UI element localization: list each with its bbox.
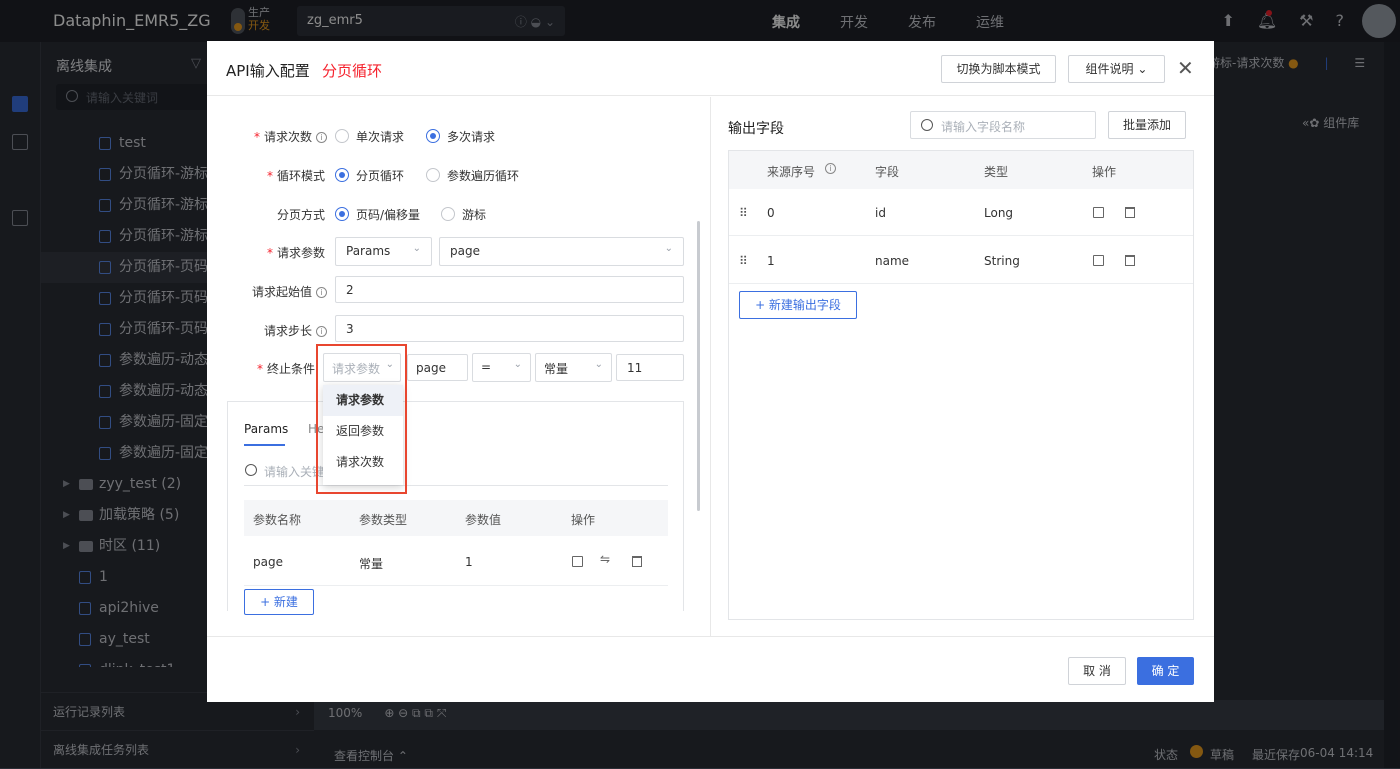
output-fields-title: 输出字段 (728, 121, 784, 137)
table-row: ⠿ 1 name String (729, 237, 1193, 284)
radio-cursor[interactable]: 游标 (441, 206, 486, 223)
request-param-label: * 请求参数 (266, 246, 325, 260)
delete-icon[interactable] (632, 556, 642, 567)
drag-handle-icon[interactable]: ⠿ (739, 206, 748, 220)
output-fields-table: 来源序号 i 字段 类型 操作 ⠿ 0 id Long ⠿ 1 name Stri… (728, 150, 1194, 620)
edit-icon[interactable] (1093, 207, 1104, 218)
start-value-label: 请求起始值 i (227, 283, 327, 300)
confirm-button[interactable]: 确 定 (1137, 657, 1194, 685)
info-icon: i (825, 163, 836, 174)
modal-header: API输入配置 分页循环 切换为脚本模式 组件说明 ⌄ ✕ (207, 41, 1214, 96)
script-mode-button[interactable]: 切换为脚本模式 (941, 55, 1056, 83)
component-help-button[interactable]: 组件说明 ⌄ (1068, 55, 1165, 83)
drag-handle-icon[interactable]: ⠿ (739, 254, 748, 268)
cancel-button[interactable]: 取 消 (1068, 657, 1126, 685)
delete-icon[interactable] (1125, 255, 1135, 266)
radio-paging-loop[interactable]: 分页循环 (335, 167, 404, 184)
edit-icon[interactable] (1093, 255, 1104, 266)
info-icon: i (316, 287, 327, 298)
table-row: page 常量 1 ⇋ (244, 538, 668, 586)
modal-footer: 取 消 确 定 (207, 636, 1214, 702)
info-icon: i (316, 132, 327, 143)
tab-params[interactable]: Params (244, 422, 288, 446)
chevron-down-icon: ⌄ (513, 359, 522, 370)
stop-type-select[interactable]: 常量 ⌄ (535, 353, 612, 382)
chevron-down-icon: ⌄ (1137, 62, 1148, 76)
request-param-type-select[interactable]: Params ⌄ (335, 237, 432, 266)
start-value-input[interactable]: 2 (335, 276, 684, 303)
radio-multi-request[interactable]: 多次请求 (426, 128, 495, 145)
chevron-down-icon: ⌄ (594, 359, 603, 370)
radio-param-loop[interactable]: 参数遍历循环 (426, 167, 519, 184)
modal-subtitle: 分页循环 (322, 62, 383, 80)
stop-condition-label: * 终止条件 (256, 362, 315, 376)
close-icon[interactable]: ✕ (1177, 58, 1194, 78)
api-input-config-modal: API输入配置 分页循环 切换为脚本模式 组件说明 ⌄ ✕ * 请求次数 i 单次请… (207, 41, 1214, 702)
step-input[interactable]: 3 (335, 315, 684, 342)
stop-operator-select[interactable]: = ⌄ (472, 353, 531, 382)
new-output-field-button[interactable]: + 新建输出字段 (739, 291, 857, 319)
info-icon: i (316, 326, 327, 337)
radio-single-request[interactable]: 单次请求 (335, 128, 404, 145)
batch-add-button[interactable]: 批量添加 (1108, 111, 1186, 139)
params-table-header: 参数名称 参数类型 参数值 操作 (244, 500, 668, 536)
highlight-box (316, 344, 407, 494)
params-search-input[interactable]: 请输入关键 (244, 456, 668, 486)
stop-field-input[interactable]: page (407, 354, 468, 381)
step-label: 请求步长 i (227, 322, 327, 339)
edit-icon[interactable] (572, 556, 583, 567)
output-table-header: 来源序号 i 字段 类型 操作 (729, 151, 1193, 189)
loop-mode-label: * 循环模式 (266, 169, 325, 183)
chevron-down-icon: ⌄ (664, 243, 673, 254)
radio-page-offset[interactable]: 页码/偏移量 (335, 206, 420, 223)
new-param-button[interactable]: + 新建 (244, 589, 314, 615)
modal-title: API输入配置 (226, 62, 310, 80)
request-count-label: * 请求次数 i (227, 128, 327, 145)
stop-value-input[interactable]: 11 (616, 354, 684, 381)
swap-icon[interactable]: ⇋ (600, 552, 610, 566)
scrollbar[interactable] (697, 221, 700, 511)
delete-icon[interactable] (1125, 207, 1135, 218)
chevron-down-icon: ⌄ (412, 243, 421, 254)
table-row: ⠿ 0 id Long (729, 189, 1193, 236)
output-search-input[interactable]: 请输入字段名称 (910, 111, 1096, 139)
divider (710, 97, 711, 637)
paging-mode-label: 分页方式 (276, 208, 325, 222)
request-param-select[interactable]: page ⌄ (439, 237, 684, 266)
params-panel: Params Hea 请输入关键 参数名称 参数类型 参数值 操作 page 常… (227, 401, 684, 615)
